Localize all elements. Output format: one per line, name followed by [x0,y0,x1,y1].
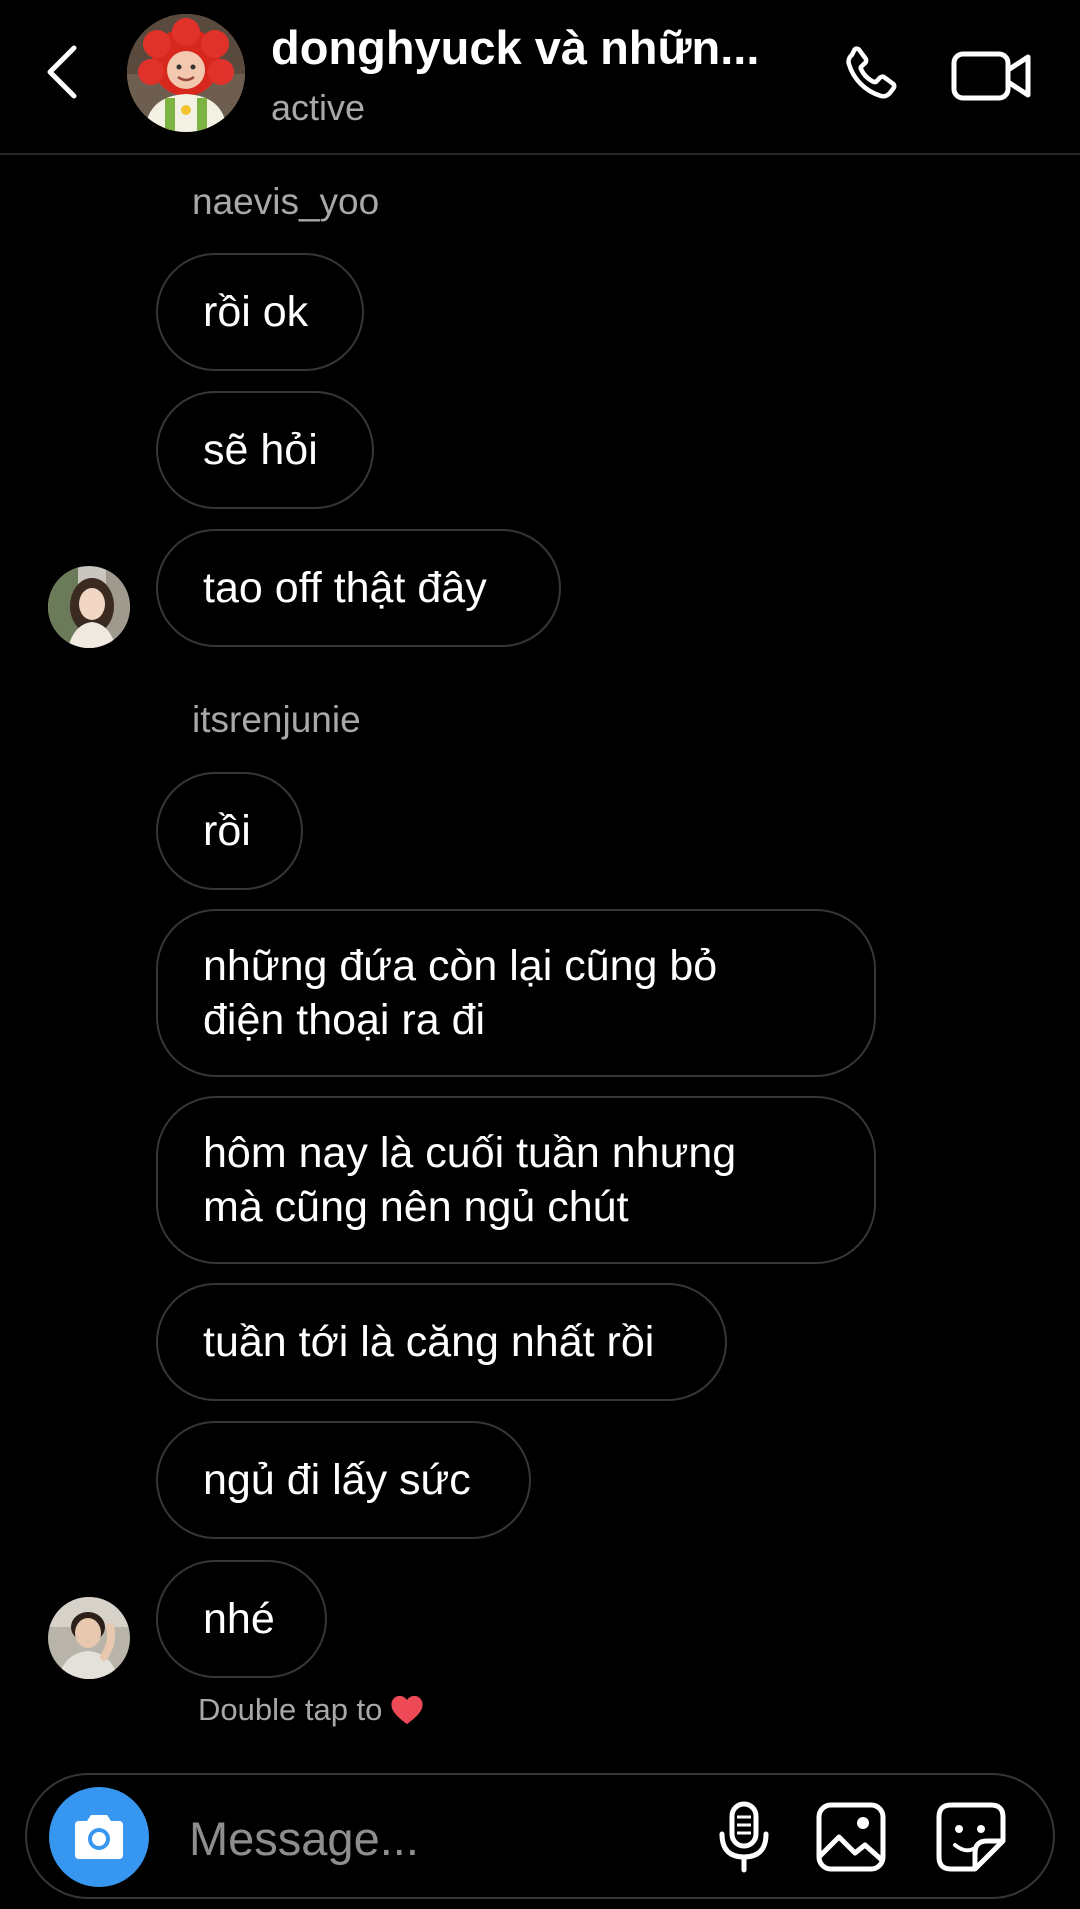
active-status: active [271,87,366,128]
video-camera-icon [951,51,1031,101]
sticker-button[interactable] [931,1797,1011,1877]
camera-button[interactable] [49,1787,149,1887]
voice-message-button[interactable] [704,1797,784,1877]
message-text: nhé [203,1595,275,1643]
avatar[interactable] [48,566,130,648]
message-bubble[interactable]: nhé [156,1560,327,1678]
sender-name[interactable]: naevis_yoo [192,180,379,224]
group-avatar[interactable] [127,14,245,132]
message-bubble[interactable]: tao off thật đây [156,529,561,647]
message-bubble[interactable]: rồi ok [156,253,364,371]
message-text: sẽ hỏi [203,426,318,474]
message-bubble[interactable]: tuần tới là căng nhất rồi [156,1283,727,1401]
microphone-icon [719,1801,769,1873]
message-bubble[interactable]: sẽ hỏi [156,391,374,509]
chat-title[interactable]: donghyuck và nhữn... [271,18,791,78]
image-icon [816,1802,886,1872]
back-button[interactable] [36,40,88,104]
double-tap-hint: Double tap to [198,1690,424,1730]
audio-call-button[interactable] [834,40,906,112]
message-composer [25,1773,1055,1899]
message-text: tuần tới là căng nhất rồi [203,1318,655,1366]
message-bubble[interactable]: rồi [156,772,303,890]
message-bubble[interactable]: những đứa còn lại cũng bỏ điện thoại ra … [156,909,876,1077]
message-bubble[interactable]: hôm nay là cuối tuần nhưng mà cũng nên n… [156,1096,876,1264]
sticker-icon [936,1802,1006,1872]
avatar[interactable] [48,1597,130,1679]
chat-header: donghyuck và nhữn... active [0,0,1080,155]
gallery-button[interactable] [811,1797,891,1877]
sender-name[interactable]: itsrenjunie [192,698,361,742]
video-call-button[interactable] [948,40,1036,112]
message-text: rồi [203,807,251,855]
message-text: hôm nay là cuối tuần nhưng mà cũng nên n… [203,1129,737,1231]
message-input[interactable] [187,1797,711,1879]
hint-text: Double tap to [198,1692,383,1727]
message-text: rồi ok [203,288,309,336]
message-bubble[interactable]: ngủ đi lấy sức [156,1421,531,1539]
message-text: ngủ đi lấy sức [203,1456,471,1504]
phone-icon [846,46,897,99]
chevron-left-icon [47,45,77,99]
camera-icon [75,1815,123,1859]
heart-icon [390,1694,424,1726]
message-text: những đứa còn lại cũng bỏ điện thoại ra … [203,942,718,1044]
message-text: tao off thật đây [203,564,487,612]
